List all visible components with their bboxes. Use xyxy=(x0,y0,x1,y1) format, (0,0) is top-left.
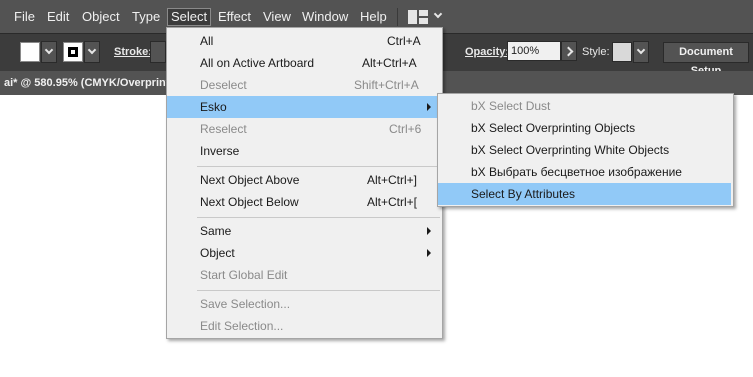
style-dropdown[interactable] xyxy=(633,41,649,63)
menu-file[interactable]: File xyxy=(14,0,35,33)
menu-item-label: Next Object Below xyxy=(200,195,299,209)
menu-item-label: bX Select Overprinting Objects xyxy=(471,121,636,135)
select-menu: All Ctrl+A All on Active Artboard Alt+Ct… xyxy=(166,27,443,339)
esko-submenu: bX Select Dust bX Select Overprinting Ob… xyxy=(437,93,734,207)
fill-dropdown[interactable] xyxy=(41,41,57,63)
opacity-input[interactable]: 100% xyxy=(507,41,561,61)
menu-edit[interactable]: Edit xyxy=(47,0,69,33)
menu-item-label: Start Global Edit xyxy=(200,268,288,282)
fill-color-swatch[interactable] xyxy=(20,42,40,62)
submenu-item-select-colorless-image[interactable]: bX Выбрать бесцветное изображение xyxy=(438,161,733,183)
menu-item-label: Edit Selection... xyxy=(200,319,284,333)
menu-item-reselect[interactable]: Reselect Ctrl+6 xyxy=(167,118,442,140)
menu-item-all[interactable]: All Ctrl+A xyxy=(167,30,442,52)
menu-select[interactable]: Select xyxy=(167,8,212,26)
menu-separator xyxy=(197,166,440,167)
menu-item-label: Deselect xyxy=(200,78,247,92)
submenu-item-select-dust[interactable]: bX Select Dust xyxy=(438,95,733,117)
menu-item-shortcut: Alt+Ctrl+[ xyxy=(367,195,418,209)
stroke-color-swatch[interactable] xyxy=(63,42,83,62)
menu-item-start-global-edit[interactable]: Start Global Edit xyxy=(167,264,442,286)
menu-item-shortcut: Alt+Ctrl+] xyxy=(367,173,418,187)
opacity-arrow-button[interactable] xyxy=(561,41,577,61)
menu-item-label: bX Select Dust xyxy=(471,99,551,113)
menu-item-label: Reselect xyxy=(200,122,247,136)
menu-item-label: Esko xyxy=(200,100,227,114)
menu-item-shortcut: Alt+Ctrl+A xyxy=(362,56,417,70)
submenu-item-select-overprinting-white-objects[interactable]: bX Select Overprinting White Objects xyxy=(438,139,733,161)
menu-item-next-object-below[interactable]: Next Object Below Alt+Ctrl+[ xyxy=(167,191,442,213)
menu-item-edit-selection[interactable]: Edit Selection... xyxy=(167,315,442,337)
stroke-weight-stepper[interactable] xyxy=(150,41,166,63)
menu-item-shortcut: Ctrl+A xyxy=(387,34,421,48)
menu-separator xyxy=(197,290,440,291)
style-label: Style: xyxy=(582,46,610,58)
menu-item-shortcut: Ctrl+6 xyxy=(389,122,422,136)
submenu-arrow-icon xyxy=(427,103,431,111)
submenu-arrow-icon xyxy=(427,227,431,235)
graphic-style-swatch[interactable] xyxy=(612,42,632,62)
menu-item-all-on-active-artboard[interactable]: All on Active Artboard Alt+Ctrl+A xyxy=(167,52,442,74)
menu-item-label: Next Object Above xyxy=(200,173,300,187)
workspace-switcher-icon[interactable] xyxy=(408,10,428,24)
workspace-chevron-down-icon[interactable] xyxy=(433,9,443,19)
menu-item-same[interactable]: Same xyxy=(167,220,442,242)
submenu-item-select-by-attributes[interactable]: Select By Attributes xyxy=(438,183,731,205)
menu-object[interactable]: Object xyxy=(82,0,120,33)
menubar-divider xyxy=(397,8,398,26)
menu-item-inverse[interactable]: Inverse xyxy=(167,140,442,162)
menu-item-label: Same xyxy=(200,224,232,238)
menu-item-label: bX Select Overprinting White Objects xyxy=(471,143,670,157)
menu-item-label: All on Active Artboard xyxy=(200,56,315,70)
menu-item-label: Object xyxy=(200,246,235,260)
menu-item-save-selection[interactable]: Save Selection... xyxy=(167,293,442,315)
menu-item-shortcut: Shift+Ctrl+A xyxy=(354,78,419,92)
menu-item-object[interactable]: Object xyxy=(167,242,442,264)
submenu-item-select-overprinting-objects[interactable]: bX Select Overprinting Objects xyxy=(438,117,733,139)
menu-item-label: Inverse xyxy=(200,144,240,158)
menu-item-label: Save Selection... xyxy=(200,297,291,311)
menu-item-next-object-above[interactable]: Next Object Above Alt+Ctrl+] xyxy=(167,169,442,191)
menu-separator xyxy=(197,217,440,218)
menu-item-label: bX Выбрать бесцветное изображение xyxy=(471,165,682,179)
submenu-arrow-icon xyxy=(427,249,431,257)
stroke-label: Stroke: xyxy=(114,46,152,58)
menu-item-label: All xyxy=(200,34,214,48)
opacity-label: Opacity: xyxy=(465,46,510,58)
menu-type[interactable]: Type xyxy=(132,0,160,33)
document-setup-button[interactable]: Document Setup xyxy=(663,42,749,77)
menu-item-esko[interactable]: Esko xyxy=(167,96,442,118)
document-tab[interactable]: ai* @ 580.95% (CMYK/Overprint xyxy=(0,71,170,95)
stroke-dropdown[interactable] xyxy=(84,41,100,63)
menu-item-label: Select By Attributes xyxy=(471,187,576,201)
menu-item-deselect[interactable]: Deselect Shift+Ctrl+A xyxy=(167,74,442,96)
